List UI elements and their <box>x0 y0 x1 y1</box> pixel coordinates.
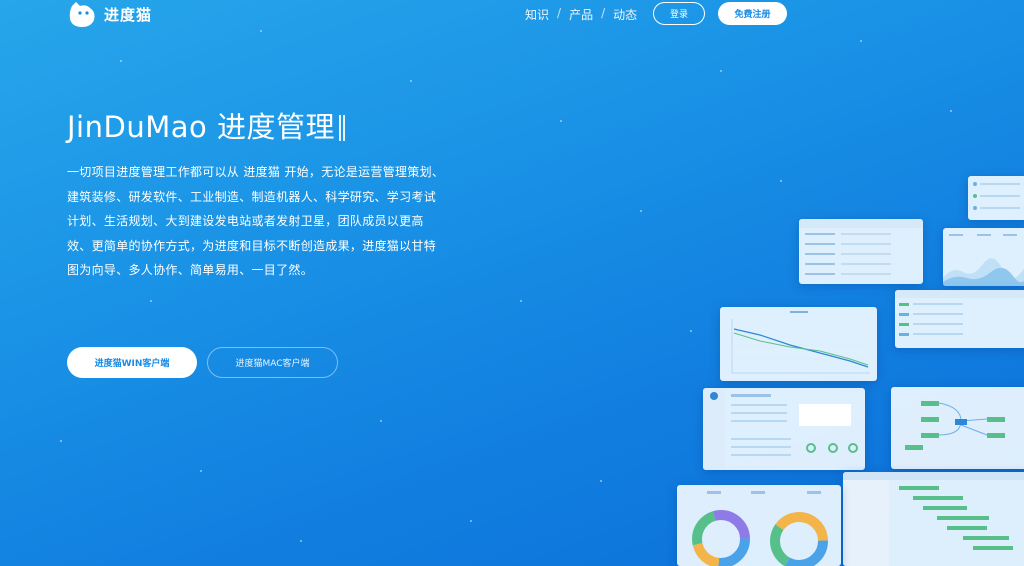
logo-text: 进度猫 <box>104 5 153 24</box>
hero-title: JinDuMao 进度管理 <box>67 110 335 144</box>
nav-separator: / <box>557 6 562 20</box>
mock-gantt-chart <box>843 472 1024 566</box>
typing-cursor <box>342 115 345 141</box>
cat-logo-icon <box>69 2 95 27</box>
nav-item-products[interactable]: 产品 <box>569 6 593 23</box>
landing-page: 进度猫 知识 / 产品 / 动态 登录 免费注册 JinDuMao 进度管理 一… <box>0 0 1024 566</box>
mock-gantt-list <box>895 290 1024 348</box>
download-mac-button[interactable]: 进度猫MAC客户端 <box>207 347 338 378</box>
mock-area-chart <box>943 228 1024 286</box>
mock-project-board <box>703 388 865 470</box>
mock-mind-map <box>891 387 1024 469</box>
logo[interactable]: 进度猫 <box>68 0 152 28</box>
mock-burndown-chart <box>720 307 877 381</box>
login-button[interactable]: 登录 <box>653 2 705 25</box>
mock-list-panel <box>968 176 1024 220</box>
download-win-button[interactable]: 进度猫WIN客户端 <box>67 347 197 378</box>
register-button[interactable]: 免费注册 <box>718 2 787 25</box>
nav-item-knowledge[interactable]: 知识 <box>525 6 549 23</box>
nav-item-news[interactable]: 动态 <box>613 6 637 23</box>
mock-task-table <box>799 219 923 284</box>
hero-title-wrap: JinDuMao 进度管理 <box>67 104 345 146</box>
typing-cursor <box>338 115 341 141</box>
hero-description: 一切项目进度管理工作都可以从 进度猫 开始，无论是运营管理策划、建筑装修、研发软… <box>67 165 445 277</box>
top-nav: 知识 / 产品 / 动态 <box>525 6 637 23</box>
mock-donut-stats <box>677 485 841 566</box>
nav-separator: / <box>601 6 606 20</box>
